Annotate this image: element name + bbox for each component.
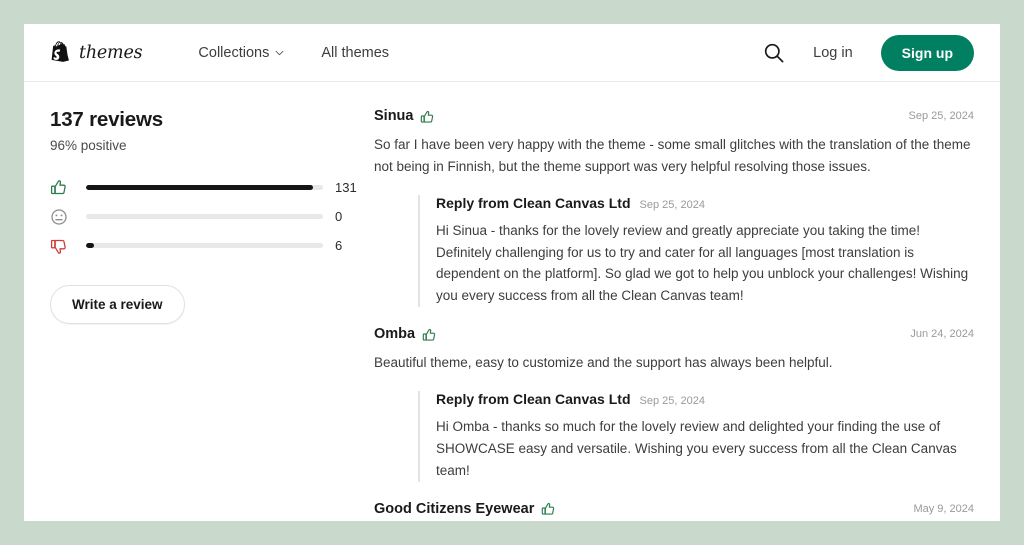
header-actions: Log in Sign up — [763, 34, 974, 71]
rating-bar-fill-positive — [86, 185, 313, 190]
review-header: Good Citizens Eyewear May 9, 2024 — [374, 501, 974, 517]
reply-body: Hi Sinua - thanks for the lovely review … — [436, 222, 969, 304]
chevron-down-icon — [275, 50, 284, 55]
shopify-bag-icon — [51, 41, 69, 62]
rating-value-negative: 6 — [335, 238, 343, 253]
review-reply: Reply from Clean Canvas Ltd Sep 25, 2024… — [418, 391, 974, 482]
review-author: Sinua — [374, 108, 414, 124]
rating-bar-track-negative — [86, 243, 323, 248]
review-item: Sinua Sep 25, 2024 So far I have been ve… — [374, 108, 974, 308]
reviews-summary-sidebar: 137 reviews 96% positive 131 0 6 Write a… — [49, 108, 361, 521]
reply-header: Reply from Clean Canvas Ltd Sep 25, 2024 — [436, 195, 974, 211]
rating-value-positive: 131 — [335, 180, 357, 195]
rating-breakdown: 131 0 6 — [50, 173, 361, 260]
brand-logo-link[interactable]: themes — [49, 41, 143, 64]
signup-button[interactable]: Sign up — [880, 34, 974, 71]
review-author: Good Citizens Eyewear — [374, 500, 535, 517]
review-body: Beautiful theme, easy to customize and t… — [374, 355, 833, 371]
rating-row-positive: 131 — [50, 173, 361, 202]
page-content: 137 reviews 96% positive 131 0 6 Write a… — [24, 82, 1000, 521]
reply-title: Reply from Clean Canvas Ltd — [436, 194, 631, 211]
nav-item-all-themes-label: All themes — [321, 44, 390, 61]
nav-item-collections[interactable]: Collections — [198, 45, 284, 61]
thumbs-up-icon — [422, 328, 436, 341]
rating-row-neutral: 0 — [50, 202, 361, 231]
reply-title: Reply from Clean Canvas Ltd — [436, 391, 631, 408]
review-date: May 9, 2024 — [913, 502, 974, 515]
login-link[interactable]: Log in — [813, 45, 853, 61]
nav-item-all-themes[interactable]: All themes — [321, 45, 389, 61]
thumbs-up-icon — [421, 110, 434, 123]
positive-percent-label: 96% positive — [50, 138, 127, 153]
review-header: Sinua Sep 25, 2024 — [374, 108, 974, 124]
rating-bar-fill-negative — [86, 243, 95, 248]
reply-body: Hi Omba - thanks so much for the lovely … — [436, 419, 957, 478]
neutral-face-icon — [51, 208, 67, 225]
search-icon[interactable] — [763, 42, 785, 64]
review-date: Jun 24, 2024 — [910, 328, 974, 341]
write-review-button[interactable]: Write a review — [50, 285, 185, 324]
thumbs-up-icon — [542, 503, 555, 515]
review-reply: Reply from Clean Canvas Ltd Sep 25, 2024… — [418, 194, 974, 308]
nav-item-collections-label: Collections — [198, 44, 270, 61]
main-nav: Collections All themes — [198, 45, 389, 61]
review-header: Omba Jun 24, 2024 — [374, 326, 974, 342]
brand-name: themes — [79, 42, 143, 63]
rating-bar-track-positive — [86, 185, 323, 190]
review-item: Good Citizens Eyewear May 9, 2024 First … — [374, 501, 974, 521]
review-item: Omba Jun 24, 2024 Beautiful theme, easy … — [374, 326, 974, 482]
reply-date: Sep 25, 2024 — [639, 198, 705, 211]
reviews-list: Sinua Sep 25, 2024 So far I have been ve… — [361, 108, 974, 521]
thumbs-up-icon — [50, 179, 66, 194]
review-date: Sep 25, 2024 — [908, 110, 974, 122]
themes-reviews-page: themes Collections All themes Log in Sig… — [24, 24, 1000, 521]
rating-value-neutral: 0 — [335, 209, 343, 224]
thumbs-down-icon — [50, 239, 66, 254]
rating-bar-track-neutral — [86, 214, 323, 219]
review-author: Omba — [374, 326, 416, 343]
reviews-count-heading: 137 reviews — [50, 108, 163, 131]
review-body: So far I have been very happy with the t… — [374, 137, 971, 174]
rating-row-negative: 6 — [50, 231, 361, 260]
reply-date: Sep 25, 2024 — [639, 395, 705, 408]
reply-header: Reply from Clean Canvas Ltd Sep 25, 2024 — [436, 391, 974, 407]
site-header: themes Collections All themes Log in Sig… — [24, 24, 1000, 82]
